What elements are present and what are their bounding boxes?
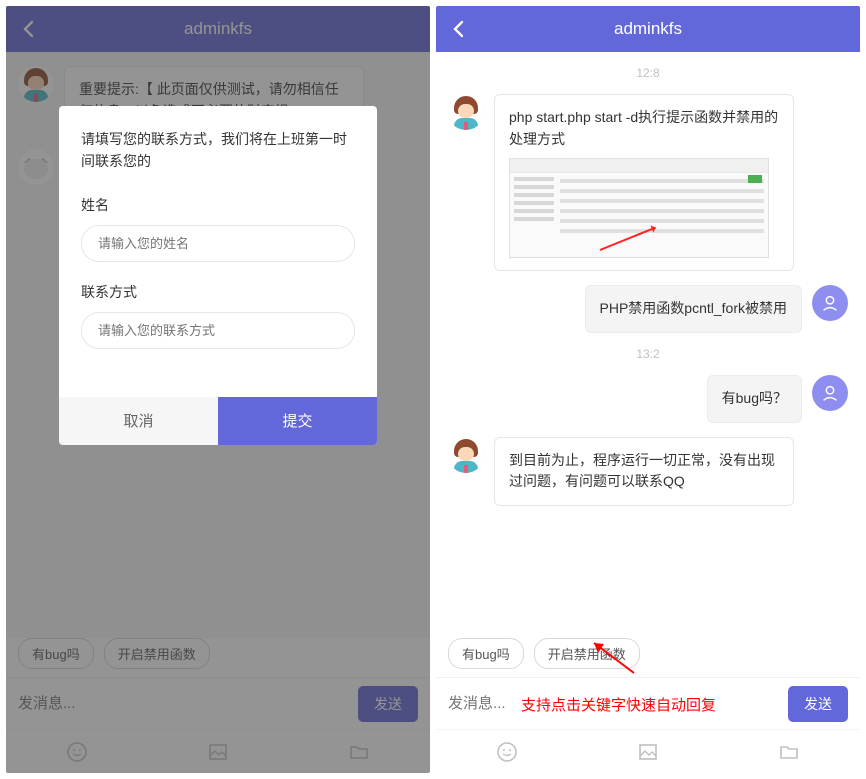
send-button[interactable]: 发送 [788, 686, 848, 722]
chevron-left-icon [452, 20, 464, 38]
chip-bug[interactable]: 有bug吗 [448, 638, 524, 669]
user-icon [819, 382, 841, 404]
smile-icon[interactable] [495, 740, 519, 764]
contact-label: 联系方式 [81, 282, 355, 302]
message-row: php start.php start -d执行提示函数并禁用的处理方式 [448, 94, 848, 271]
header-title: adminkfs [476, 19, 844, 39]
agent-avatar [448, 94, 484, 130]
user-avatar [812, 285, 848, 321]
confirm-button[interactable]: 提交 [218, 397, 377, 445]
composer: 发送 [436, 677, 860, 729]
cancel-button[interactable]: 取消 [59, 397, 218, 445]
agent-avatar [448, 437, 484, 473]
timestamp: 12:8 [448, 66, 848, 80]
contact-field[interactable] [81, 312, 355, 349]
bottom-toolbar [436, 729, 860, 773]
folder-icon[interactable] [777, 740, 801, 764]
timestamp: 13:2 [448, 347, 848, 361]
message-text: php start.php start -d执行提示函数并禁用的处理方式 [509, 107, 779, 150]
user-avatar [812, 375, 848, 411]
name-label: 姓名 [81, 195, 355, 215]
phone-left: adminkfs 重要提示:【 此页面仅供测试，请勿相信任何信息，以免造成不必要… [6, 6, 430, 773]
modal-prompt: 请填写您的联系方式，我们将在上班第一时间联系您的 [81, 128, 355, 173]
quick-reply-chips: 有bug吗 开启禁用函数 [436, 638, 860, 677]
image-thumbnail[interactable] [509, 158, 769, 258]
back-button[interactable] [452, 20, 476, 38]
message-row: 到目前为止，程序运行一切正常，没有出现过问题，有问题可以联系QQ [448, 437, 848, 506]
modal-overlay: 请填写您的联系方式，我们将在上班第一时间联系您的 姓名 联系方式 取消 提交 [6, 6, 430, 773]
message-row: 有bug吗？ [448, 375, 848, 423]
contact-modal: 请填写您的联系方式，我们将在上班第一时间联系您的 姓名 联系方式 取消 提交 [59, 106, 377, 445]
message-bubble: 到目前为止，程序运行一切正常，没有出现过问题，有问题可以联系QQ [494, 437, 794, 506]
phone-right: adminkfs 12:8 php start.php start -d执行提示… [436, 6, 860, 773]
name-field[interactable] [81, 225, 355, 262]
message-bubble: php start.php start -d执行提示函数并禁用的处理方式 [494, 94, 794, 271]
user-icon [819, 292, 841, 314]
image-icon[interactable] [636, 740, 660, 764]
message-row: PHP禁用函数pcntl_fork被禁用 [448, 285, 848, 333]
header: adminkfs [436, 6, 860, 52]
message-bubble: PHP禁用函数pcntl_fork被禁用 [585, 285, 802, 333]
chat-area: 12:8 php start.php start -d执行提示函数并禁用的处理方… [436, 52, 860, 638]
message-bubble: 有bug吗？ [707, 375, 802, 423]
chip-func[interactable]: 开启禁用函数 [534, 638, 640, 669]
message-input[interactable] [448, 695, 778, 712]
